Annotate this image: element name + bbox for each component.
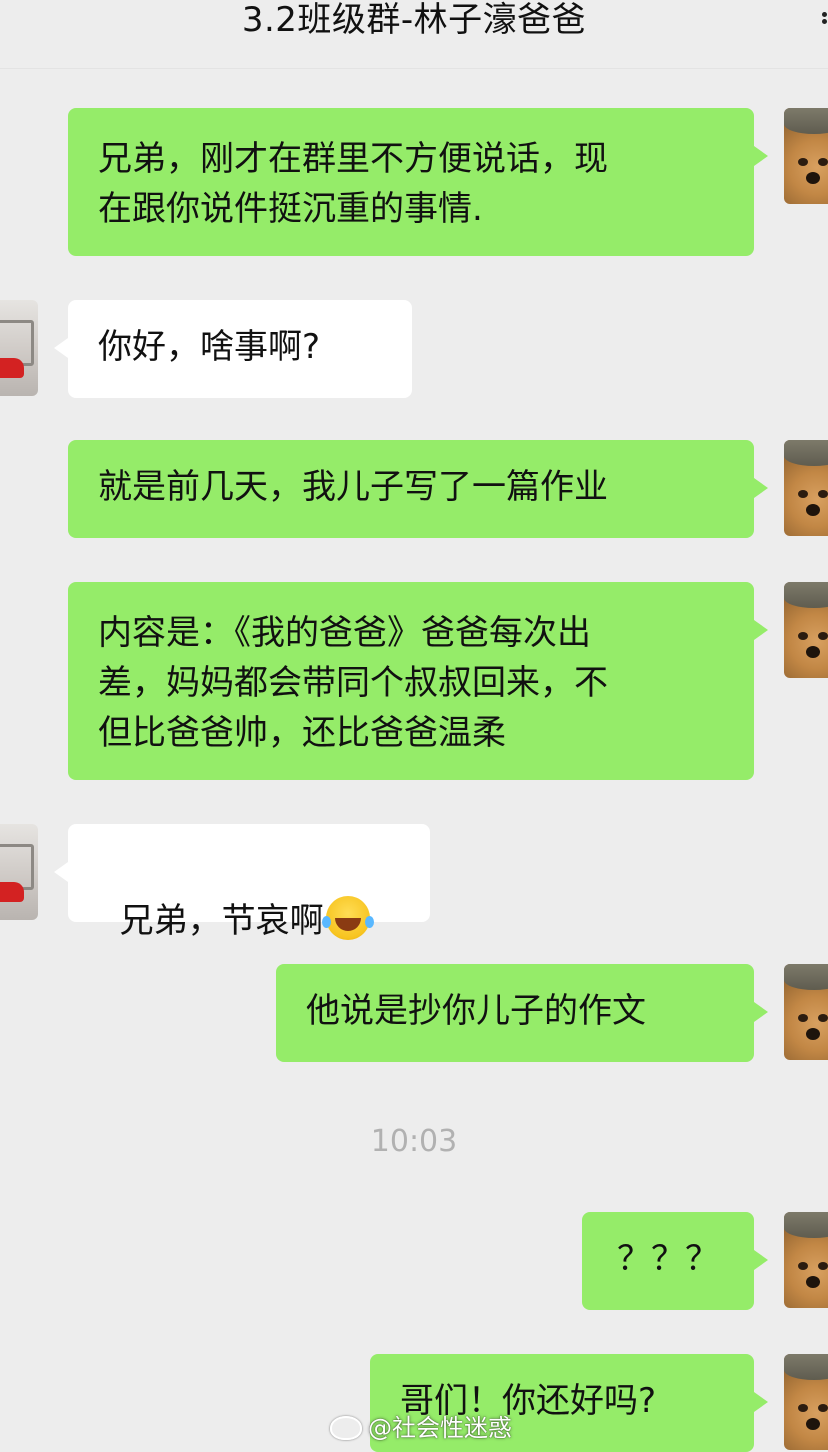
car-avatar[interactable] (0, 824, 38, 920)
message-text: 兄弟，节哀啊 (119, 901, 324, 941)
message-bubble-outgoing[interactable]: 他说是抄你儿子的作文 (276, 964, 768, 1062)
watermark-text: @社会性迷惑 (368, 1414, 512, 1442)
message-bubble-outgoing[interactable]: 内容是：《我的爸爸》爸爸每次出 差，妈妈都会带同个叔叔回来，不 但比爸爸帅，还比… (68, 582, 768, 780)
message-bubble-outgoing[interactable]: ？？？ (582, 1212, 768, 1310)
weibo-logo-icon (330, 1416, 362, 1440)
dog-avatar[interactable] (784, 1212, 828, 1308)
laugh-cry-emoji (321, 896, 370, 940)
car-avatar[interactable] (0, 300, 38, 396)
dog-avatar[interactable] (784, 1354, 828, 1450)
chat-title: 3.2班级群-林子濠爸爸 (241, 0, 587, 40)
dog-avatar[interactable] (784, 964, 828, 1060)
dog-avatar[interactable] (784, 582, 828, 678)
message-bubble-incoming[interactable]: 兄弟，节哀啊 (54, 824, 430, 941)
dog-avatar[interactable] (784, 440, 828, 536)
more-dots-icon[interactable] (822, 12, 828, 28)
message-bubble-outgoing[interactable]: 就是前几天，我儿子写了一篇作业 (68, 440, 768, 538)
chat-header: 3.2班级群-林子濠爸爸 (0, 0, 828, 69)
dog-avatar[interactable] (784, 108, 828, 204)
watermark: @社会性迷惑 (330, 1408, 512, 1443)
message-bubble-incoming[interactable]: 你好，啥事啊? (54, 300, 412, 398)
message-bubble-outgoing[interactable]: 兄弟，刚才在群里不方便说话，现 在跟你说件挺沉重的事情. (68, 108, 768, 256)
timestamp: 10:03 (370, 1124, 458, 1159)
